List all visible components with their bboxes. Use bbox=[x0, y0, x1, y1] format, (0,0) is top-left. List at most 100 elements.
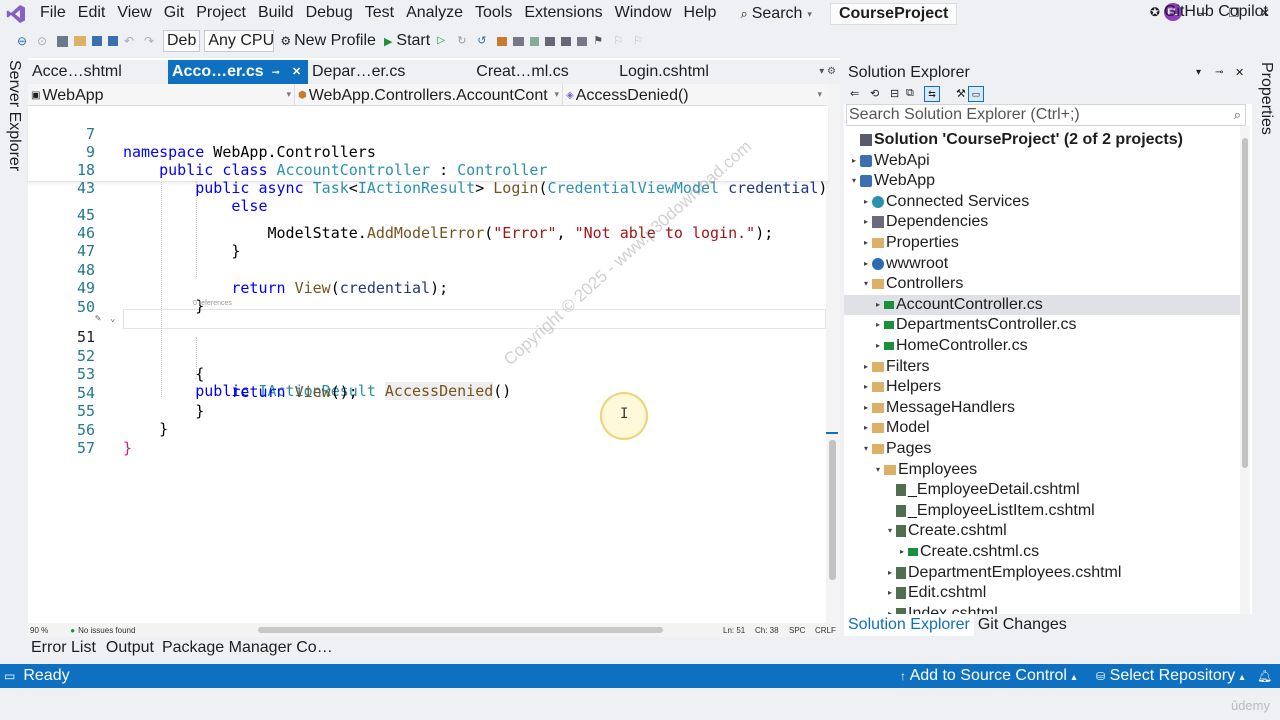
chevron-right-icon[interactable]: ▸ bbox=[896, 542, 908, 562]
chevron-right-icon[interactable]: ▸ bbox=[860, 377, 872, 397]
bookmark-next-icon[interactable]: ⚐ bbox=[633, 34, 647, 48]
notifications-icon[interactable]: 🔔︎ bbox=[1257, 664, 1272, 688]
menu-extensions[interactable]: Extensions bbox=[518, 0, 608, 28]
tab-solution-explorer[interactable]: Solution Explorer bbox=[844, 614, 974, 636]
layout-icon[interactable] bbox=[513, 36, 525, 46]
chevron-right-icon[interactable]: ▸ bbox=[884, 583, 896, 603]
tab-error-list[interactable]: Error List bbox=[28, 637, 99, 659]
chevron-right-icon[interactable]: ▸ bbox=[872, 315, 884, 335]
source-control-button[interactable]: ↑ Add to Source Control ▴ bbox=[900, 664, 1076, 690]
menu-tools[interactable]: Tools bbox=[469, 0, 518, 28]
tree-item[interactable]: ▸ Dependencies bbox=[844, 212, 1240, 232]
line-ending[interactable]: CRLF bbox=[815, 626, 836, 635]
chevron-right-icon[interactable]: ▸ bbox=[860, 233, 872, 253]
refresh-icon[interactable]: ↺ bbox=[477, 34, 491, 48]
tree-item[interactable]: ▸ Edit.cshtml bbox=[844, 583, 1240, 603]
code-line[interactable]: 57 bbox=[28, 421, 828, 457]
tab-account-controller[interactable]: Acco…er.cs ⊸ ✕ bbox=[168, 60, 308, 84]
platform-select[interactable]: Any CPU bbox=[204, 30, 275, 52]
tree-item[interactable]: ▸ DepartmentsController.cs bbox=[844, 315, 1240, 335]
bookmark-icon[interactable]: ⚑ bbox=[593, 34, 607, 48]
global-search[interactable]: ⌕ Search ▾ bbox=[732, 3, 820, 25]
chevron-down-icon[interactable]: ▾ bbox=[884, 521, 896, 541]
class-dropdown[interactable]: ⬢ WebApp.Controllers.AccountCont ▾ bbox=[295, 84, 563, 106]
sticky-line[interactable]: 7 namespace WebApp.Controllers bbox=[28, 107, 828, 161]
member-dropdown[interactable]: ◈ AccessDenied() ▾ bbox=[563, 84, 825, 106]
chevron-right-icon[interactable]: ▸ bbox=[860, 418, 872, 438]
code-line[interactable]: 53 return View(); bbox=[28, 347, 828, 401]
format-icon[interactable] bbox=[545, 36, 556, 46]
indent-mode[interactable]: SPC bbox=[789, 626, 805, 635]
code-line-current[interactable]: 51 ✎ ⌄ public IActionResult AccessDenied… bbox=[28, 310, 828, 400]
code-line[interactable]: 56 } bbox=[28, 403, 828, 457]
tree-item[interactable]: ▸ HomeController.cs bbox=[844, 336, 1240, 356]
chevron-down-icon[interactable]: ▾ bbox=[860, 274, 872, 294]
chevron-down-icon[interactable]: ▾ bbox=[1196, 62, 1201, 84]
tree-item[interactable]: _EmployeeDetail.cshtml bbox=[844, 480, 1240, 500]
tab-create-cshtml-cs[interactable]: Creat…ml.cs bbox=[451, 60, 594, 84]
start-button[interactable]: ▶ Start bbox=[384, 32, 430, 50]
undo-icon[interactable]: ↶ bbox=[124, 34, 138, 48]
tree-item[interactable]: ▸ wwwroot bbox=[844, 254, 1240, 274]
tree-item[interactable]: ▾ Controllers bbox=[844, 274, 1240, 294]
show-all-icon[interactable]: ⧉ bbox=[906, 87, 914, 100]
navigate-forward-icon[interactable]: ⊙ bbox=[37, 34, 51, 48]
menu-help[interactable]: Help bbox=[678, 0, 723, 28]
sync-icon[interactable]: ⟲ bbox=[870, 87, 879, 100]
code-line[interactable]: 52 { bbox=[28, 329, 828, 383]
scroll-thumb[interactable] bbox=[1242, 138, 1248, 468]
tab-overflow-icon[interactable]: ▾ ⚙ bbox=[819, 66, 836, 77]
tree-item[interactable]: _EmployeeListItem.cshtml bbox=[844, 501, 1240, 521]
tab-output[interactable]: Output bbox=[103, 637, 157, 659]
tree-item[interactable]: ▸ Model bbox=[844, 418, 1240, 438]
project-dropdown[interactable]: ▣ WebApp ▾ bbox=[28, 84, 295, 106]
filter-icon[interactable]: ▭ bbox=[968, 86, 984, 102]
tab-git-changes[interactable]: Git Changes bbox=[974, 614, 1071, 636]
menu-git[interactable]: Git bbox=[158, 0, 190, 28]
quick-actions-icon[interactable]: ✎ bbox=[95, 310, 101, 328]
chevron-down-icon[interactable]: ▾ bbox=[860, 439, 872, 459]
menu-debug[interactable]: Debug bbox=[300, 0, 359, 28]
codelens-references[interactable]: 0 references bbox=[193, 300, 232, 307]
code-line[interactable]: 48 return View(credential); bbox=[28, 243, 828, 297]
tree-item[interactable]: ▸ Filters bbox=[844, 357, 1240, 377]
code-line[interactable]: 49 } bbox=[28, 261, 828, 315]
tree-item[interactable]: ▾ Create.cshtml bbox=[844, 521, 1240, 541]
scroll-thumb[interactable] bbox=[829, 440, 836, 580]
tab-login-cshtml[interactable]: Login.cshtml bbox=[594, 60, 734, 84]
preview-icon[interactable]: ⇆ bbox=[924, 86, 940, 102]
save-all-icon[interactable] bbox=[108, 36, 118, 46]
properties-tab[interactable]: Properties bbox=[1257, 62, 1275, 135]
tab-access-denied-cshtml[interactable]: Acce…shtml bbox=[28, 60, 168, 84]
save-icon[interactable] bbox=[92, 36, 102, 46]
redo-icon[interactable]: ↷ bbox=[144, 34, 158, 48]
tab-package-manager-console[interactable]: Package Manager Co… bbox=[159, 637, 336, 659]
tree-item[interactable]: ▸ Create.cshtml.cs bbox=[844, 542, 1240, 562]
tree-item[interactable]: Solution 'CourseProject' (2 of 2 project… bbox=[844, 130, 1240, 150]
tree-item[interactable]: ▸ AccountController.cs bbox=[844, 294, 1240, 315]
server-explorer-tab[interactable]: Server Explorer bbox=[5, 60, 23, 171]
code-line[interactable]: 50 bbox=[28, 280, 828, 316]
menu-window[interactable]: Window bbox=[609, 0, 678, 28]
bookmark-prev-icon[interactable]: ⚐ bbox=[613, 34, 627, 48]
back-icon[interactable]: ⇐ bbox=[850, 87, 859, 100]
chevron-right-icon[interactable]: ▸ bbox=[860, 212, 872, 232]
chevron-right-icon[interactable]: ▸ bbox=[884, 563, 896, 583]
tree-item[interactable]: ▸ DepartmentEmployees.cshtml bbox=[844, 563, 1240, 583]
start-without-debugging-icon[interactable]: ▷ bbox=[437, 34, 451, 48]
tree-vertical-scrollbar[interactable] bbox=[1240, 126, 1250, 616]
chevron-right-icon[interactable]: ▸ bbox=[860, 398, 872, 418]
wrench-icon[interactable]: ⚒ bbox=[956, 87, 966, 100]
github-copilot-button[interactable]: ✪ GitHub Copilot bbox=[1150, 3, 1268, 21]
code-body[interactable]: 45 ModelState.AddModelError("Error", "No… bbox=[28, 182, 828, 622]
align-icon[interactable] bbox=[561, 36, 572, 46]
issues-status[interactable]: No issues found bbox=[78, 626, 135, 635]
editor-vertical-scrollbar[interactable] bbox=[826, 84, 840, 624]
close-icon[interactable]: ✕ bbox=[292, 60, 301, 84]
chevron-down-icon[interactable]: ▾ bbox=[872, 460, 884, 480]
new-item-icon[interactable] bbox=[57, 35, 68, 47]
navigate-back-icon[interactable]: ⊖ bbox=[17, 34, 31, 48]
tree-item[interactable]: ▸ MessageHandlers bbox=[844, 398, 1240, 418]
tree-item[interactable]: ▾ WebApp bbox=[844, 171, 1240, 191]
close-icon[interactable]: ✕ bbox=[1235, 62, 1244, 84]
